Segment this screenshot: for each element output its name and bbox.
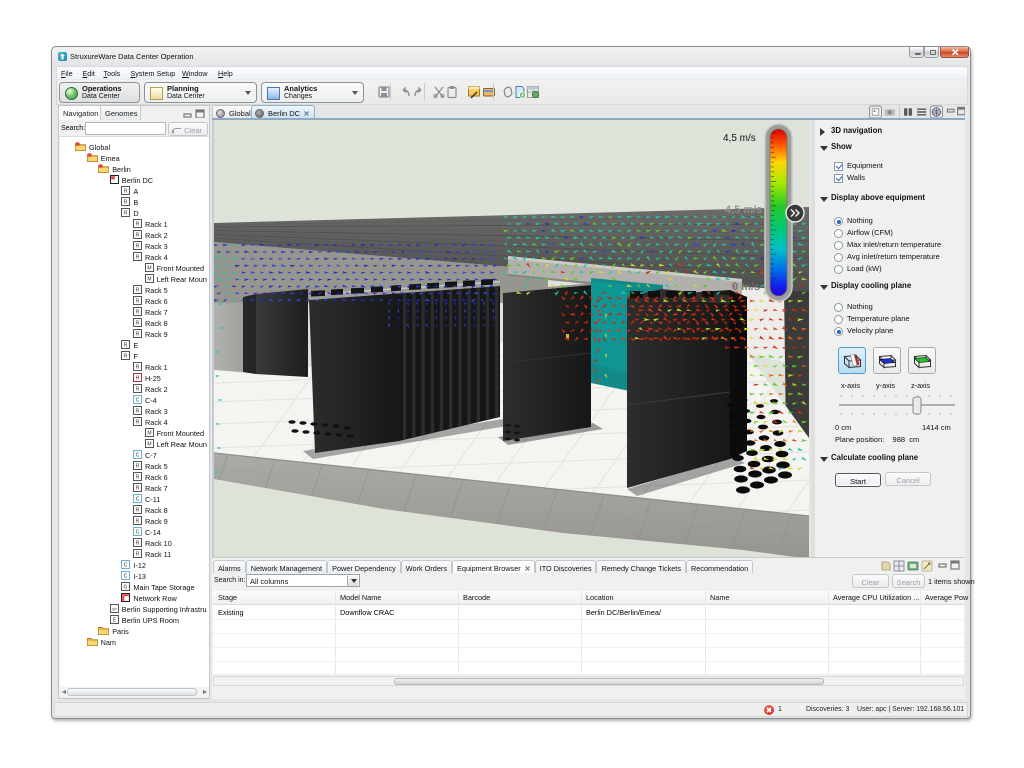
svg-text:R: R: [136, 320, 140, 326]
svg-text:M: M: [147, 442, 151, 448]
svg-text:R: R: [124, 342, 128, 348]
svg-text:G: G: [124, 585, 128, 591]
svg-text:C: C: [136, 453, 140, 459]
svg-text:R: R: [136, 464, 140, 470]
svg-text:4,5 m/s: 4,5 m/s: [723, 133, 756, 144]
svg-text:R: R: [136, 331, 140, 337]
svg-text:R: R: [136, 232, 140, 238]
svg-text:R: R: [136, 541, 140, 547]
svg-text:C: C: [124, 563, 128, 569]
svg-text:R: R: [136, 221, 140, 227]
svg-text:4,5 m/s: 4,5 m/s: [725, 204, 762, 216]
svg-text:R: R: [136, 519, 140, 525]
svg-text:M: M: [147, 265, 151, 271]
svg-text:R: R: [136, 552, 140, 558]
svg-text:R: R: [136, 409, 140, 415]
svg-text:R: R: [124, 188, 128, 194]
svg-text:C: C: [124, 574, 128, 580]
svg-text:R: R: [136, 386, 140, 392]
svg-text:SP: SP: [112, 608, 117, 612]
svg-text:R: R: [136, 486, 140, 492]
svg-text:R: R: [136, 508, 140, 514]
svg-text:R: R: [124, 353, 128, 359]
svg-text:R: R: [124, 210, 128, 216]
svg-text:R: R: [136, 254, 140, 260]
svg-text:H: H: [136, 375, 140, 381]
svg-text:M: M: [147, 276, 151, 282]
svg-text:R: R: [136, 420, 140, 426]
svg-text:R: R: [136, 364, 140, 370]
svg-text:R: R: [124, 199, 128, 205]
svg-text:R: R: [136, 298, 140, 304]
svg-text:R: R: [136, 475, 140, 481]
svg-text:M: M: [147, 431, 151, 437]
svg-text:C: C: [136, 530, 140, 536]
svg-text:R: R: [136, 287, 140, 293]
svg-text:0 m/s: 0 m/s: [732, 281, 760, 293]
svg-text:C: C: [136, 497, 140, 503]
svg-text:C: C: [136, 398, 140, 404]
svg-text:R: R: [136, 243, 140, 249]
svg-text:R: R: [136, 309, 140, 315]
